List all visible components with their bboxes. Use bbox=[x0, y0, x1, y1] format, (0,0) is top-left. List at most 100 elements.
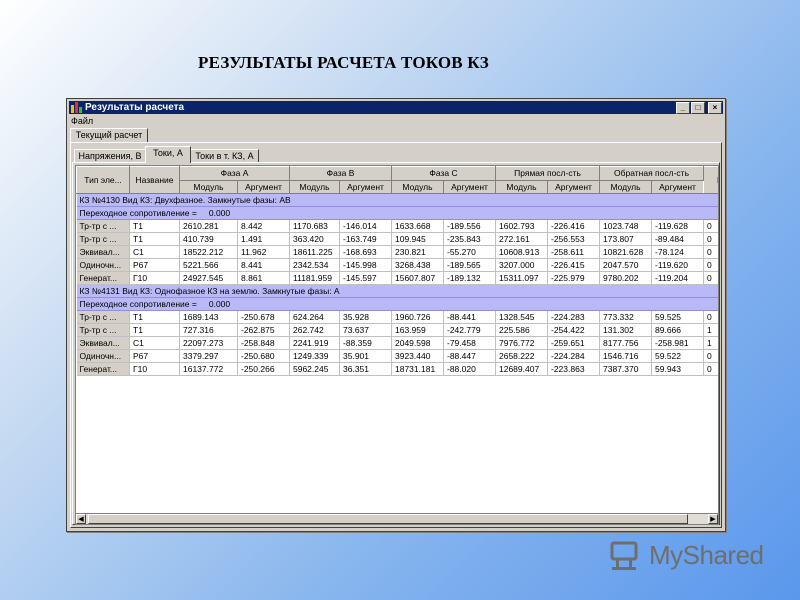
col-header-argument[interactable]: Аргумент bbox=[546, 180, 601, 194]
table-cell[interactable]: 0 bbox=[703, 310, 718, 324]
table-cell[interactable]: 36.351 bbox=[339, 362, 392, 376]
minimize-button[interactable]: _ bbox=[676, 101, 690, 114]
table-cell[interactable]: 15311.097 bbox=[495, 271, 548, 285]
col-header-negative-seq[interactable]: Обратная посл-сть bbox=[599, 166, 705, 181]
table-cell[interactable]: 727.316 bbox=[179, 323, 238, 337]
table-cell[interactable]: -146.014 bbox=[339, 219, 392, 233]
cell-name[interactable]: Г10 bbox=[129, 362, 180, 376]
table-cell[interactable]: 1 bbox=[703, 336, 718, 350]
cell-element-type[interactable]: Тр-тр с ... bbox=[76, 232, 130, 246]
maximize-button[interactable]: □ bbox=[691, 101, 705, 114]
cell-element-type[interactable]: Одиночн... bbox=[76, 349, 130, 363]
table-cell[interactable]: -258.981 bbox=[651, 336, 705, 350]
table-cell[interactable]: 16137.772 bbox=[179, 362, 238, 376]
cell-element-type[interactable]: Генерат... bbox=[76, 271, 130, 285]
table-cell[interactable]: 18522.212 bbox=[179, 245, 238, 259]
table-cell[interactable]: 59.522 bbox=[651, 349, 705, 363]
table-cell[interactable]: -259.651 bbox=[547, 336, 601, 350]
table-cell[interactable]: 109.945 bbox=[391, 232, 444, 246]
table-cell[interactable]: 8.442 bbox=[237, 219, 290, 233]
table-cell[interactable]: 89.666 bbox=[651, 323, 705, 337]
table-cell[interactable]: 0 bbox=[703, 349, 718, 363]
table-cell[interactable]: 73.637 bbox=[339, 323, 392, 337]
table-cell[interactable]: 35.928 bbox=[339, 310, 392, 324]
table-cell[interactable]: 0 bbox=[703, 258, 718, 272]
table-cell[interactable]: -163.749 bbox=[339, 232, 392, 246]
table-cell[interactable]: 131.302 bbox=[599, 323, 653, 337]
scroll-right-icon[interactable]: ▶ bbox=[708, 514, 718, 524]
table-cell[interactable]: 624.264 bbox=[289, 310, 340, 324]
table-cell[interactable]: -223.863 bbox=[547, 362, 601, 376]
col-header-argument[interactable]: Аргумент bbox=[443, 180, 496, 194]
cell-element-type[interactable]: Тр-тр с ... bbox=[76, 323, 130, 337]
table-cell[interactable]: 262.742 bbox=[289, 323, 340, 337]
table-cell[interactable]: -145.998 bbox=[339, 258, 392, 272]
cell-name[interactable]: T1 bbox=[129, 310, 180, 324]
col-header-argument[interactable]: Аргумент bbox=[651, 180, 705, 194]
table-cell[interactable]: 59.525 bbox=[651, 310, 705, 324]
table-cell[interactable]: 3207.000 bbox=[495, 258, 548, 272]
table-cell[interactable]: -258.848 bbox=[237, 336, 290, 350]
col-header-modulus[interactable]: Модуль bbox=[495, 180, 548, 194]
section-header-row[interactable]: КЗ №4130 Вид КЗ: Двухфазное. Замкнутые ф… bbox=[76, 193, 718, 207]
cell-name[interactable]: T1 bbox=[129, 219, 180, 233]
scroll-left-icon[interactable]: ◀ bbox=[76, 514, 86, 524]
table-cell[interactable]: 225.586 bbox=[495, 323, 548, 337]
table-row[interactable]: Тр-тр с ... T1 727.316 -262.875 262.742 73.63… bbox=[76, 323, 718, 337]
col-header-modulus[interactable]: Модуль bbox=[391, 180, 444, 194]
table-cell[interactable]: 230.821 bbox=[391, 245, 444, 259]
cell-element-type[interactable]: Генерат... bbox=[76, 362, 130, 376]
cell-name[interactable]: C1 bbox=[129, 336, 180, 350]
section-header-row[interactable]: КЗ №4131 Вид КЗ: Однофазное КЗ на землю.… bbox=[76, 284, 718, 298]
table-row[interactable]: Эквивал... C1 18522.212 11.962 18611.225 -168… bbox=[76, 245, 718, 259]
table-cell[interactable]: 0 bbox=[703, 232, 718, 246]
col-header-phase-b[interactable]: Фаза B bbox=[289, 166, 392, 181]
table-cell[interactable]: 173.807 bbox=[599, 232, 653, 246]
table-cell[interactable]: -254.422 bbox=[547, 323, 601, 337]
table-cell[interactable]: 2047.570 bbox=[599, 258, 653, 272]
table-cell[interactable]: 35.901 bbox=[339, 349, 392, 363]
table-cell[interactable]: -119.628 bbox=[651, 219, 705, 233]
table-cell[interactable]: 1960.726 bbox=[391, 310, 444, 324]
tab-current-calculation[interactable]: Текущий расчет bbox=[70, 128, 148, 142]
window-titlebar[interactable]: Результаты расчета _ □ × bbox=[69, 101, 723, 114]
table-cell[interactable]: 2241.919 bbox=[289, 336, 340, 350]
table-cell[interactable]: 3379.297 bbox=[179, 349, 238, 363]
table-cell[interactable]: 12689.407 bbox=[495, 362, 548, 376]
table-row[interactable]: Тр-тр с ... T1 410.739 1.491 363.420 -163.749… bbox=[76, 232, 718, 246]
cell-element-type[interactable]: Тр-тр с ... bbox=[76, 219, 130, 233]
table-cell[interactable]: -225.979 bbox=[547, 271, 601, 285]
col-header-name[interactable]: Название bbox=[129, 166, 180, 194]
col-header-modulus[interactable]: Модуль bbox=[179, 180, 238, 194]
table-cell[interactable]: 7387.370 bbox=[599, 362, 653, 376]
table-cell[interactable]: -119.204 bbox=[651, 271, 705, 285]
table-cell[interactable]: 410.739 bbox=[179, 232, 238, 246]
table-cell[interactable]: 1633.668 bbox=[391, 219, 444, 233]
table-cell[interactable]: -235.843 bbox=[443, 232, 496, 246]
menu-file[interactable]: Файл bbox=[71, 116, 93, 126]
table-cell[interactable]: -88.359 bbox=[339, 336, 392, 350]
table-cell[interactable]: 11181.959 bbox=[289, 271, 340, 285]
cell-name[interactable]: C1 bbox=[129, 245, 180, 259]
cell-element-type[interactable]: Эквивал... bbox=[76, 336, 130, 350]
table-cell[interactable]: -78.124 bbox=[651, 245, 705, 259]
col-header-phase-a[interactable]: Фаза A bbox=[179, 166, 290, 181]
table-cell[interactable]: -55.270 bbox=[443, 245, 496, 259]
table-cell[interactable]: 0 bbox=[703, 219, 718, 233]
table-cell[interactable]: 10821.628 bbox=[599, 245, 653, 259]
table-cell[interactable]: 0 bbox=[703, 271, 718, 285]
table-row[interactable]: Тр-тр с ... T1 1689.143 -250.678 624.264 35.9… bbox=[76, 310, 718, 324]
table-cell[interactable]: 1602.793 bbox=[495, 219, 548, 233]
table-cell[interactable]: 3923.440 bbox=[391, 349, 444, 363]
table-cell[interactable]: -189.132 bbox=[443, 271, 496, 285]
table-cell[interactable]: -79.458 bbox=[443, 336, 496, 350]
cell-name[interactable]: P67 bbox=[129, 258, 180, 272]
cell-element-type[interactable]: Одиночн... bbox=[76, 258, 130, 272]
table-cell[interactable]: 7976.772 bbox=[495, 336, 548, 350]
table-cell[interactable]: 1689.143 bbox=[179, 310, 238, 324]
cell-element-type[interactable]: Эквивал... bbox=[76, 245, 130, 259]
cell-element-type[interactable]: Тр-тр с ... bbox=[76, 310, 130, 324]
col-header-phase-c[interactable]: Фаза C bbox=[391, 166, 496, 181]
horizontal-scrollbar[interactable]: ◀ ▶ bbox=[75, 513, 719, 525]
table-cell[interactable]: 18611.225 bbox=[289, 245, 340, 259]
